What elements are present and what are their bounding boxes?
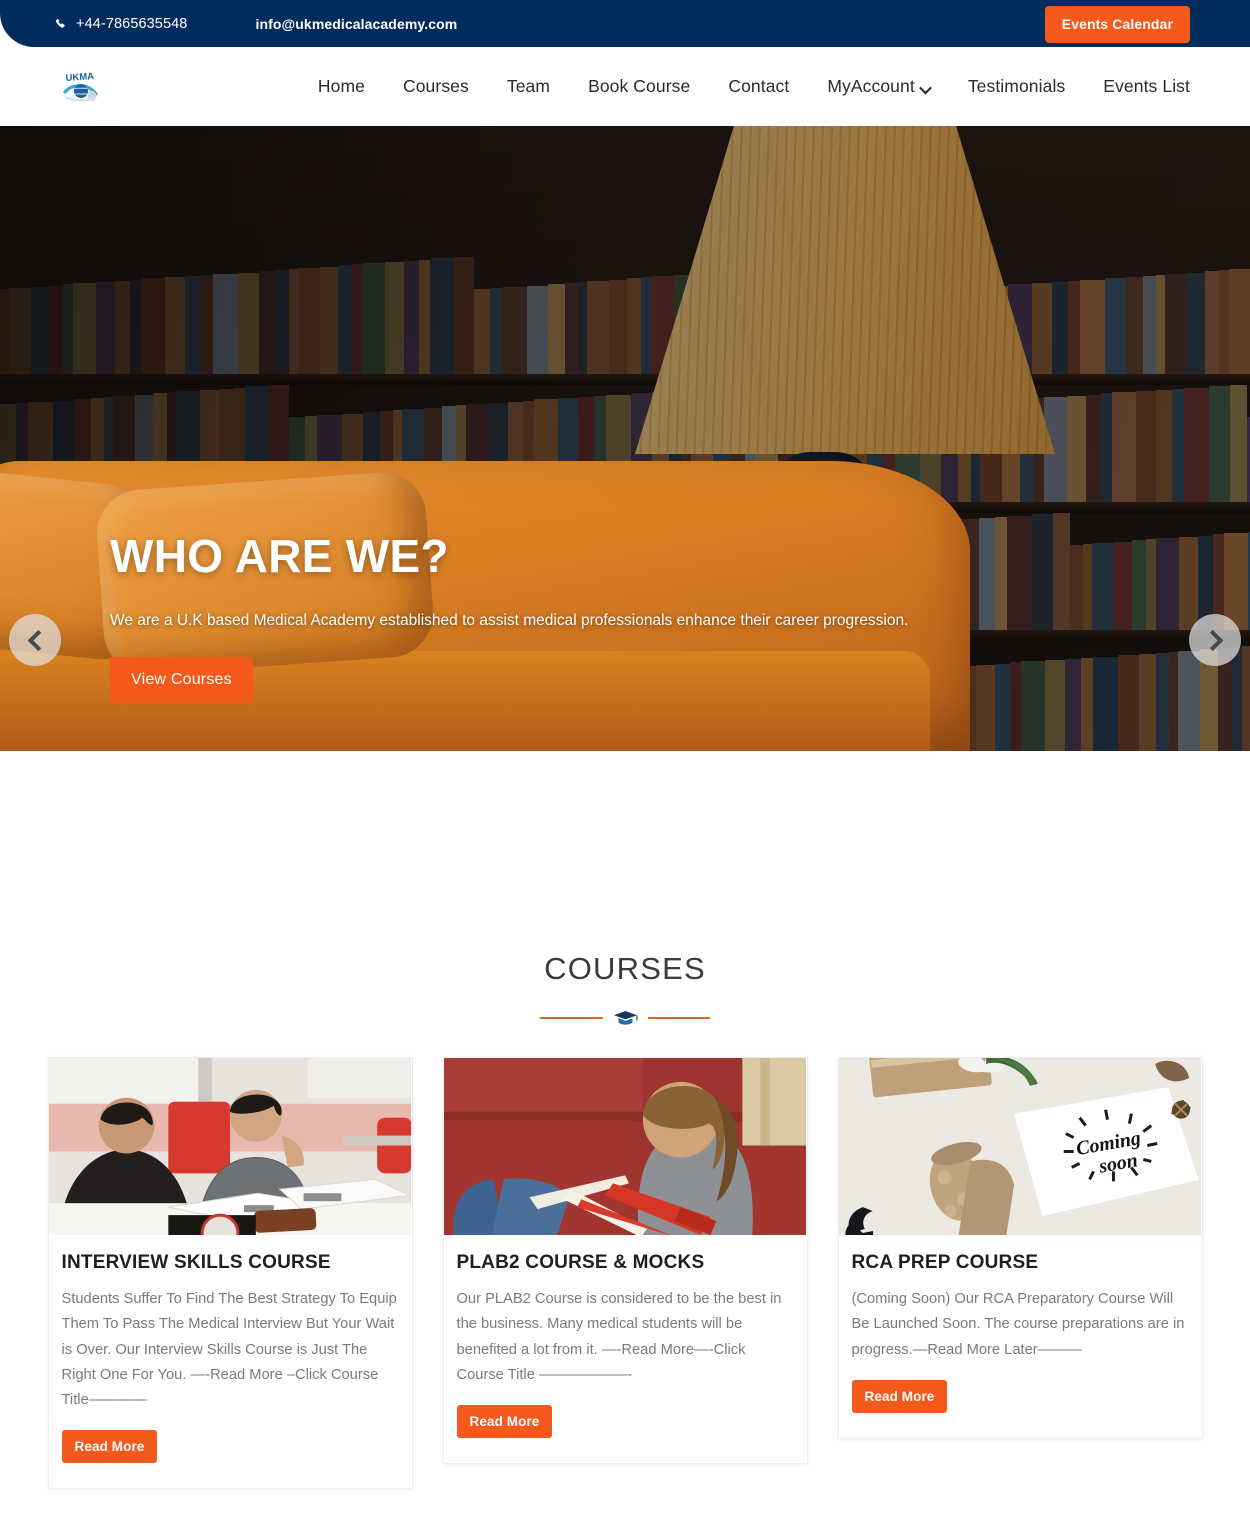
nav-label: Team [506,76,551,96]
course-card-body: RCA PREP COURSE (Coming Soon) Our RCA Pr… [839,1236,1202,1438]
top-bar: +44-7865635548 info@ukmedicalacademy.com… [0,0,1250,47]
graduation-cap-icon [613,1009,638,1027]
course-card-body: INTERVIEW SKILLS COURSE Students Suffer … [49,1236,412,1488]
course-card[interactable]: PLAB2 COURSE & MOCKS Our PLAB2 Course is… [442,1057,808,1465]
nav-label: Book Course [588,76,691,96]
nav-item-contact[interactable]: Contact [709,76,808,97]
course-card-image[interactable]: Coming soon [838,1058,1202,1236]
hero-slider: WHO ARE WE? We are a U.K based Medical A… [0,126,1250,751]
svg-text:UKMA: UKMA [65,71,94,84]
read-more-button[interactable]: Read More [456,1405,553,1439]
slider-next-button[interactable] [1189,614,1241,666]
course-card-title[interactable]: INTERVIEW SKILLS COURSE [62,1252,399,1274]
nav-label: MyAccount [827,76,915,96]
site-logo[interactable]: UKMA [55,62,105,111]
course-card-text: Students Suffer To Find The Best Strateg… [61,1291,397,1409]
nav-item-team[interactable]: Team [488,76,569,97]
section-title: COURSES [544,951,706,986]
slider-prev-button[interactable] [9,614,61,666]
nav-links: Home Courses Team Book Course Contact My… [299,76,1190,97]
read-more-button[interactable]: Read More [851,1379,948,1413]
view-courses-button[interactable]: View Courses [110,657,253,704]
nav-label: Contact [728,76,790,96]
nav-item-testimonials[interactable]: Testimonials [949,76,1084,97]
divider-line-right [647,1017,710,1019]
course-card-image[interactable] [443,1058,807,1236]
course-card-title[interactable]: PLAB2 COURSE & MOCKS [457,1252,794,1274]
course-card-body: PLAB2 COURSE & MOCKS Our PLAB2 Course is… [444,1236,807,1463]
nav-item-book-course[interactable]: Book Course [569,76,709,97]
phone-icon [55,18,68,31]
course-card-text: Our PLAB2 Course is considered to be the… [456,1291,782,1383]
chevron-right-icon [1201,629,1223,651]
nav-label: Home [317,76,365,96]
main-navigation: UKMA Home Courses Team Book Course Conta… [0,47,1250,126]
phone-contact[interactable]: +44-7865635548 [55,16,187,32]
course-card-image[interactable] [48,1058,412,1236]
events-calendar-button[interactable]: Events Calendar [1044,6,1190,43]
chevron-down-icon [921,85,930,91]
course-card-text: (Coming Soon) Our RCA Preparatory Course… [851,1291,1185,1358]
section-divider [540,1009,710,1027]
nav-item-courses[interactable]: Courses [384,76,488,97]
course-card[interactable]: Coming soon RCA PREP COURSE (Coming Soon… [837,1057,1203,1439]
phone-number: +44-7865635548 [76,15,188,32]
email-link[interactable]: info@ukmedicalacademy.com [255,16,457,32]
courses-section: COURSES INTERVIEW SKILLS COURSE Students… [0,751,1250,1529]
nav-item-home[interactable]: Home [299,76,384,97]
hero-subtitle: We are a U.K based Medical Academy estab… [110,611,909,629]
read-more-button[interactable]: Read More [61,1430,158,1464]
divider-line-left [540,1017,603,1019]
nav-label: Courses [402,76,469,96]
hero-content: WHO ARE WE? We are a U.K based Medical A… [110,530,940,704]
nav-item-myaccount[interactable]: MyAccount [808,76,948,97]
course-cards-row: INTERVIEW SKILLS COURSE Students Suffer … [47,1057,1203,1490]
course-card[interactable]: INTERVIEW SKILLS COURSE Students Suffer … [47,1057,413,1490]
hero-title: WHO ARE WE? [110,530,449,582]
nav-label: Events List [1103,76,1190,96]
nav-label: Testimonials [967,76,1066,96]
chevron-left-icon [27,629,49,651]
nav-item-events-list[interactable]: Events List [1084,76,1190,97]
course-card-title[interactable]: RCA PREP COURSE [852,1252,1189,1274]
